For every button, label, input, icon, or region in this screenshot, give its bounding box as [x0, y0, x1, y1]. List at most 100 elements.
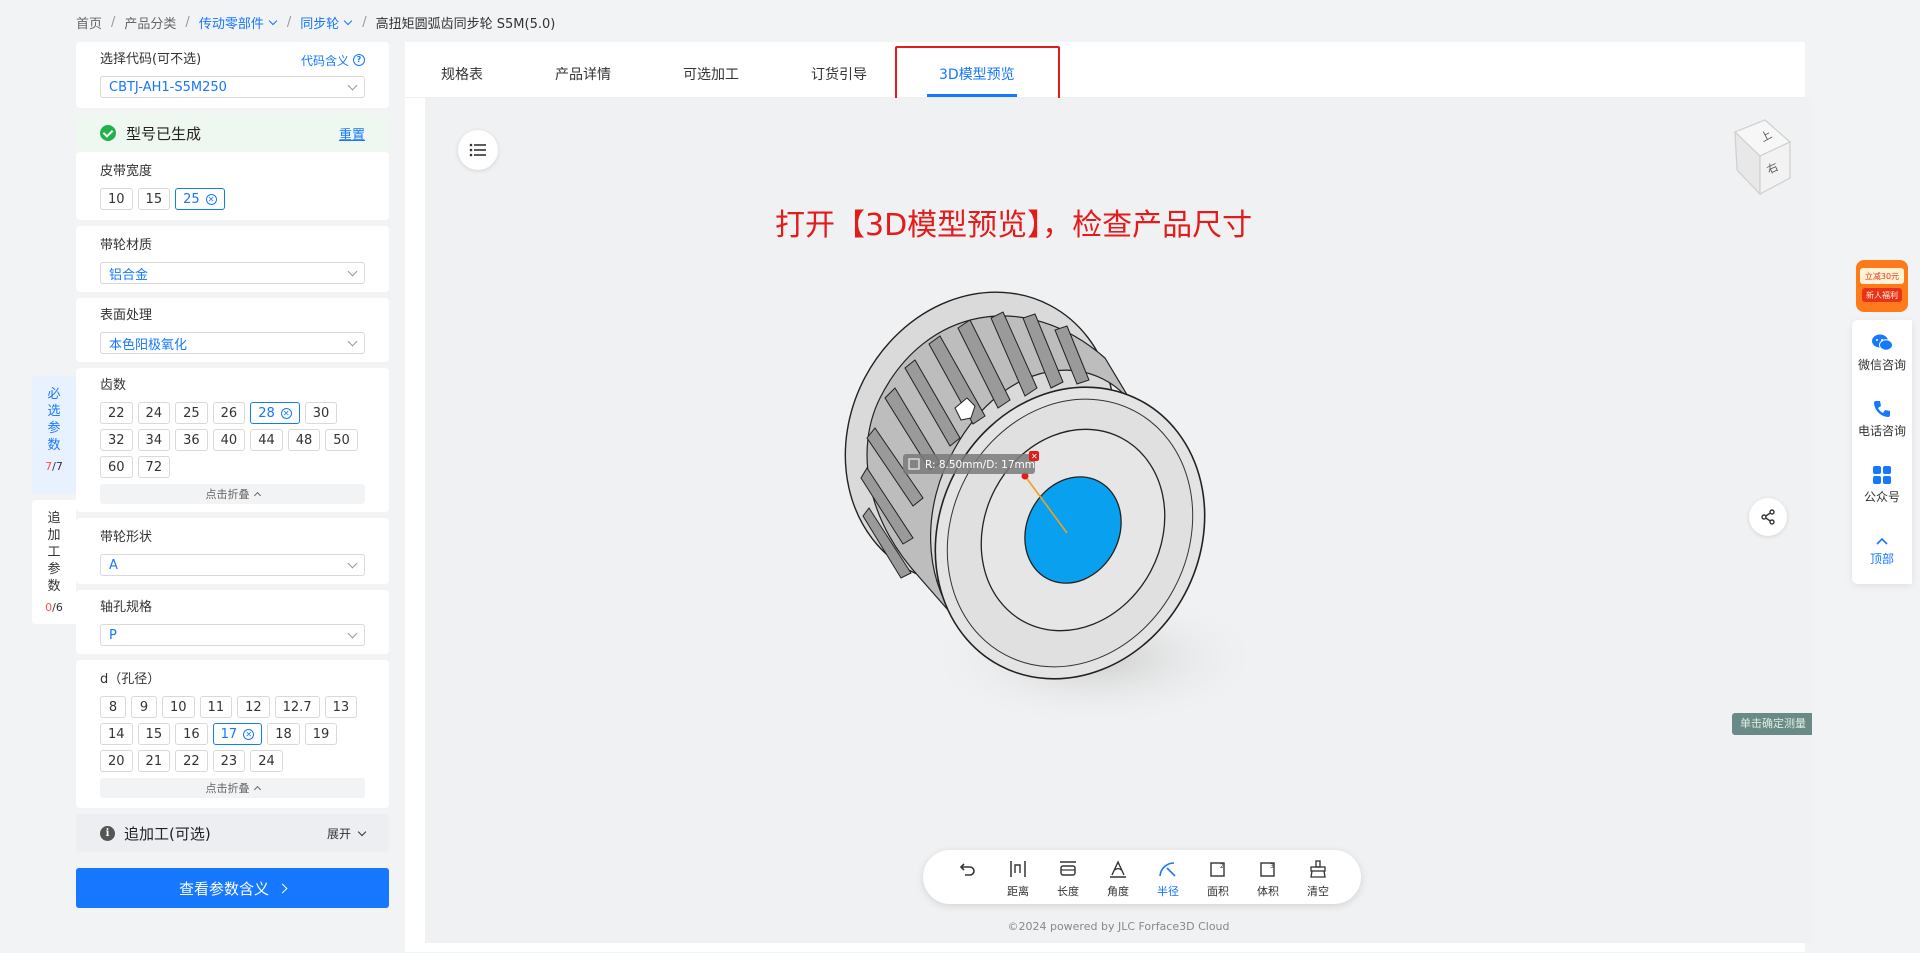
- chevron-down-icon[interactable]: [343, 16, 353, 25]
- bore-d-option[interactable]: 21: [137, 750, 171, 772]
- teeth-option[interactable]: 24: [137, 402, 171, 424]
- teeth-option[interactable]: 44: [250, 429, 283, 451]
- distance-tool[interactable]: 距离: [993, 859, 1043, 898]
- length-tool[interactable]: 长度: [1043, 859, 1093, 898]
- bore-d-option[interactable]: 15: [137, 723, 171, 745]
- model-generated-label: 型号已生成: [126, 124, 202, 143]
- surface-select[interactable]: 本色阳极氧化: [100, 332, 365, 354]
- breadcrumb-separator: /: [185, 14, 190, 30]
- promo-line2: 新人福利: [1866, 290, 1898, 300]
- surface-label: 表面处理: [100, 308, 153, 323]
- teeth-option[interactable]: 32: [100, 429, 133, 451]
- teeth-option[interactable]: 34: [137, 429, 171, 451]
- view-param-meaning-button[interactable]: 查看参数含义: [76, 868, 389, 908]
- chevron-up-icon: [253, 491, 261, 500]
- chevron-down-icon[interactable]: [268, 16, 278, 25]
- teeth-option[interactable]: 36: [175, 429, 208, 451]
- bore-d-option[interactable]: 22: [175, 750, 208, 772]
- breadcrumb-home[interactable]: 首页: [76, 13, 102, 32]
- side-tab-extra-params[interactable]: 追 加 工 参 数 0/6: [32, 500, 76, 624]
- 3d-viewer[interactable]: 打开【3D模型预览】，检查产品尺寸 上 右 R: 8.50mm/D: 17mm …: [425, 98, 1812, 943]
- angle-tool[interactable]: 角度: [1093, 859, 1143, 898]
- undo-button[interactable]: [943, 859, 993, 896]
- code-select-dropdown[interactable]: CBTJ-AH1-S5M250: [100, 76, 365, 98]
- tab-product-details[interactable]: 产品详情: [555, 64, 611, 84]
- new-user-promo[interactable]: 立减30元 新人福利: [1852, 254, 1912, 316]
- material-card: 带轮材质 铝合金: [76, 226, 389, 292]
- bore-d-option[interactable]: 18: [267, 723, 300, 745]
- phone-consult-button[interactable]: 电话咨询: [1852, 386, 1912, 452]
- close-circle-icon[interactable]: ✕: [205, 193, 217, 205]
- tab-spec-table[interactable]: 规格表: [441, 64, 483, 84]
- teeth-card: 齿数 22 24 25 26 28 ✕ 30 32 34 36 40 44 48 …: [76, 368, 389, 512]
- bore-d-option[interactable]: 19: [304, 723, 338, 745]
- pulley-model[interactable]: R: 8.50mm/D: 17mm ✕: [805, 248, 1245, 718]
- bore-d-option-selected[interactable]: 17 ✕: [212, 723, 263, 745]
- area-tool[interactable]: 2 面积: [1193, 859, 1243, 898]
- gift-icon: 立减30元 新人福利: [1856, 260, 1908, 312]
- bore-d-option[interactable]: 12: [237, 696, 270, 718]
- bore-d-option[interactable]: 11: [199, 696, 233, 718]
- teeth-option[interactable]: 60: [100, 456, 133, 478]
- annotation-text: 打开【3D模型预览】，检查产品尺寸: [775, 208, 1253, 243]
- tab-order-guide[interactable]: 订货引导: [811, 64, 867, 84]
- bore-d-fold-button[interactable]: 点击折叠: [100, 778, 365, 798]
- breadcrumb-separator: /: [111, 14, 116, 30]
- bore-spec-card: 轴孔规格 P: [76, 590, 389, 654]
- floating-contact-bar: 微信咨询 电话咨询 公众号 顶部: [1852, 320, 1912, 584]
- teeth-option[interactable]: 26: [212, 402, 246, 424]
- bore-d-option[interactable]: 24: [250, 750, 283, 772]
- info-icon: i: [100, 825, 115, 841]
- side-tab-required-params[interactable]: 必 选 参 数 7/7: [32, 376, 76, 494]
- bore-spec-select[interactable]: P: [100, 624, 365, 646]
- bore-d-option[interactable]: 12.7: [274, 696, 320, 718]
- extra-processing-bar[interactable]: i 追加工(可选) 展开: [76, 814, 389, 852]
- chevron-right-icon: [277, 883, 288, 893]
- bore-d-option[interactable]: 9: [131, 696, 157, 718]
- breadcrumb-sync-wheel[interactable]: 同步轮: [300, 13, 339, 32]
- expand-button[interactable]: 展开: [327, 825, 367, 842]
- material-select[interactable]: 铝合金: [100, 262, 365, 284]
- teeth-option[interactable]: 48: [287, 429, 321, 451]
- belt-width-option[interactable]: 15: [137, 188, 171, 210]
- clear-tool[interactable]: 清空: [1293, 859, 1343, 898]
- tab-optional-processing[interactable]: 可选加工: [683, 64, 739, 84]
- measurement-label: R: 8.50mm/D: 17mm ✕: [903, 451, 1039, 474]
- teeth-option[interactable]: 25: [175, 402, 208, 424]
- official-account-button[interactable]: 公众号: [1852, 452, 1912, 518]
- chevron-down-icon: [347, 266, 358, 276]
- bore-d-option[interactable]: 20: [100, 750, 133, 772]
- radius-tool[interactable]: 半径: [1143, 859, 1193, 898]
- close-circle-icon[interactable]: ✕: [243, 728, 255, 740]
- promo-line1: 立减30元: [1865, 271, 1899, 281]
- shape-select[interactable]: A: [100, 554, 365, 576]
- bore-d-option[interactable]: 23: [212, 750, 246, 772]
- share-button[interactable]: [1749, 498, 1787, 536]
- view-cube[interactable]: 上 右: [1705, 112, 1805, 212]
- belt-width-option-selected[interactable]: 25 ✕: [175, 188, 225, 210]
- bore-d-option[interactable]: 13: [324, 696, 358, 718]
- bore-d-option[interactable]: 8: [100, 696, 126, 718]
- bore-d-option[interactable]: 10: [162, 696, 195, 718]
- breadcrumb-category[interactable]: 产品分类: [124, 13, 176, 32]
- close-circle-icon[interactable]: ✕: [280, 407, 292, 419]
- belt-width-options: 10 15 25 ✕: [100, 188, 365, 210]
- teeth-option[interactable]: 30: [304, 402, 338, 424]
- volume-tool[interactable]: 3 体积: [1243, 859, 1293, 898]
- back-to-top-button[interactable]: 顶部: [1852, 518, 1912, 584]
- wechat-consult-button[interactable]: 微信咨询: [1852, 320, 1912, 386]
- teeth-option[interactable]: 72: [137, 456, 171, 478]
- teeth-option[interactable]: 40: [212, 429, 246, 451]
- bore-d-option[interactable]: 14: [100, 723, 133, 745]
- teeth-fold-button[interactable]: 点击折叠: [100, 484, 365, 504]
- belt-width-option[interactable]: 10: [100, 188, 133, 210]
- code-meaning-link[interactable]: 代码含义?: [301, 52, 365, 69]
- radius-icon: [1159, 861, 1176, 877]
- bore-d-option[interactable]: 16: [175, 723, 208, 745]
- reset-link[interactable]: 重置: [339, 124, 365, 143]
- teeth-option[interactable]: 22: [100, 402, 133, 424]
- teeth-option[interactable]: 50: [325, 429, 358, 451]
- menu-button[interactable]: [458, 130, 498, 170]
- teeth-option-selected[interactable]: 28 ✕: [250, 402, 300, 424]
- breadcrumb-transmission[interactable]: 传动零部件: [199, 13, 264, 32]
